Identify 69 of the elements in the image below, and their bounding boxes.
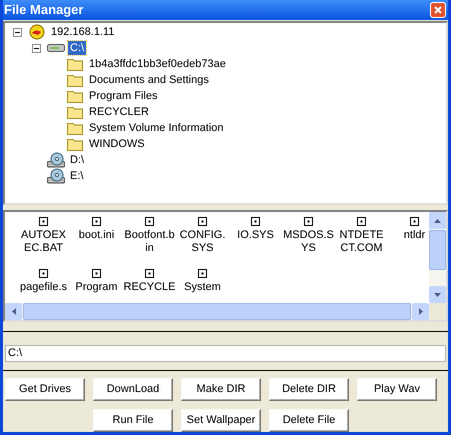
action-button[interactable]: Play Wav: [357, 378, 437, 401]
file-name[interactable]: CONFIG. SYS: [180, 229, 226, 255]
globe-icon: [29, 24, 45, 40]
file-icon: [251, 217, 260, 226]
folder-icon: [67, 89, 83, 103]
collapse-icon[interactable]: [32, 44, 41, 52]
file-name[interactable]: MSDOS.S YS: [283, 229, 334, 255]
action-button[interactable]: Run File: [93, 409, 173, 432]
scroll-thumb[interactable]: [429, 230, 446, 270]
down-arrow-icon: [434, 292, 441, 296]
path-field[interactable]: C:\: [5, 344, 446, 362]
file-name[interactable]: System: [184, 281, 221, 294]
file-icon: [304, 217, 313, 226]
file-icon: [198, 269, 207, 278]
tree-item[interactable]: E:\: [68, 169, 86, 183]
scroll-left-button[interactable]: [5, 303, 22, 320]
close-icon: [434, 6, 442, 14]
file-icon: [39, 217, 48, 226]
left-arrow-icon: [12, 308, 16, 315]
action-button[interactable]: Delete DIR: [269, 378, 349, 401]
hard-drive-icon: [47, 43, 65, 53]
cd-drive-icon: [47, 152, 65, 168]
file-name[interactable]: ntldr: [404, 229, 426, 242]
file-icon: [198, 217, 207, 226]
file-name[interactable]: RECYCLE: [124, 281, 176, 294]
file-icon: [145, 269, 154, 278]
file-name[interactable]: Bootfont.b in: [124, 229, 175, 255]
scrollbar-corner: [429, 303, 446, 320]
close-button[interactable]: [430, 2, 446, 18]
folder-icon: [67, 57, 83, 71]
action-button[interactable]: Delete File: [269, 409, 349, 432]
up-arrow-icon: [434, 218, 441, 222]
vertical-scrollbar[interactable]: [429, 212, 446, 303]
tree-item[interactable]: Documents and Settings: [87, 73, 211, 87]
action-button[interactable]: Make DIR: [181, 378, 261, 401]
file-name[interactable]: NTDETE CT.COM: [340, 229, 384, 255]
file-icon: [357, 217, 366, 226]
tree-item[interactable]: RECYCLER: [87, 105, 151, 119]
scroll-up-button[interactable]: [429, 212, 446, 229]
tree-item[interactable]: 192.168.1.11: [49, 25, 116, 39]
folder-icon: [67, 105, 83, 119]
file-name[interactable]: IO.SYS: [237, 229, 274, 242]
folder-icon: [67, 137, 83, 151]
file-icon: [92, 269, 101, 278]
action-button[interactable]: Get Drives: [5, 378, 85, 401]
scroll-right-button[interactable]: [412, 303, 429, 320]
tree-item[interactable]: D:\: [68, 153, 86, 167]
action-button[interactable]: DownLoad: [93, 378, 173, 401]
tree-item[interactable]: C:\: [68, 41, 86, 55]
tree-item[interactable]: 1b4a3ffdc1bb3ef0edeb73ae: [87, 57, 228, 71]
collapse-icon[interactable]: [13, 28, 22, 36]
tree-item[interactable]: System Volume Information: [87, 121, 226, 135]
right-arrow-icon: [418, 308, 422, 315]
action-button[interactable]: Set Wallpaper: [181, 409, 261, 432]
file-icon: [92, 217, 101, 226]
cd-drive-icon: [47, 168, 65, 184]
tree-item[interactable]: WINDOWS: [87, 137, 147, 151]
folder-icon: [67, 121, 83, 135]
file-name[interactable]: boot.ini: [78, 229, 114, 242]
folder-icon: [67, 73, 83, 87]
file-icon: [410, 217, 419, 226]
file-name[interactable]: Program: [75, 281, 118, 294]
file-icon: [39, 269, 48, 278]
tree-item[interactable]: Program Files: [87, 89, 160, 103]
window-title: File Manager: [3, 1, 84, 20]
file-name[interactable]: AUTOEX EC.BAT: [20, 229, 66, 255]
file-name[interactable]: pagefile.s: [20, 281, 68, 294]
file-icon: [145, 217, 154, 226]
scroll-down-button[interactable]: [429, 286, 446, 303]
